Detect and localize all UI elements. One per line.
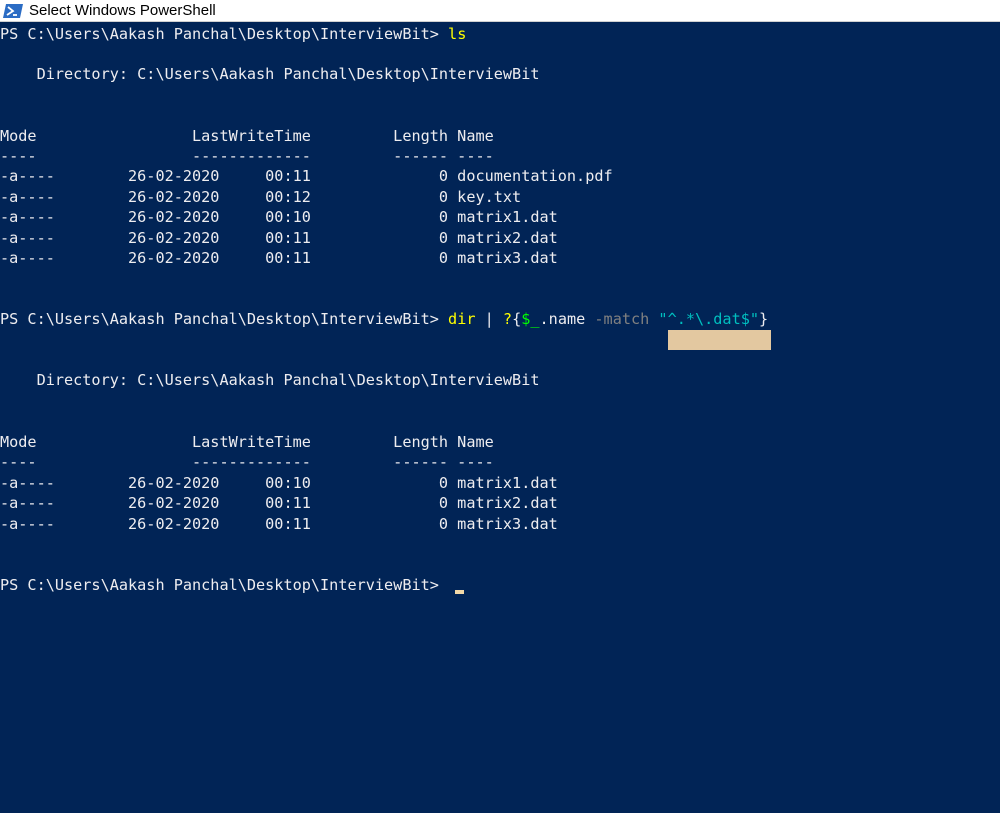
prompt: PS C:\Users\Aakash Panchal\Desktop\Inter… bbox=[0, 576, 449, 594]
prompt-line: PS C:\Users\Aakash Panchal\Desktop\Inter… bbox=[0, 575, 448, 595]
prompt: PS C:\Users\Aakash Panchal\Desktop\Inter… bbox=[0, 310, 449, 328]
listing-row: -a---- 26-02-2020 00:11 0 matrix2.dat bbox=[0, 229, 558, 247]
prompt-line: PS C:\Users\Aakash Panchal\Desktop\Inter… bbox=[0, 309, 768, 329]
listing-row: -a---- 26-02-2020 00:11 0 matrix3.dat bbox=[0, 249, 558, 267]
close-brace: } bbox=[759, 310, 769, 328]
column-headers: Mode LastWriteTime Length Name bbox=[0, 127, 494, 145]
property-access: .name bbox=[539, 310, 595, 328]
powershell-window: Select Windows PowerShell PS C:\Users\Aa… bbox=[0, 0, 1000, 813]
pipe-operator: | bbox=[475, 310, 503, 328]
listing-row: -a---- 26-02-2020 00:11 0 matrix3.dat bbox=[0, 515, 558, 533]
prompt: PS C:\Users\Aakash Panchal\Desktop\Inter… bbox=[0, 25, 449, 43]
directory-header: Directory: C:\Users\Aakash Panchal\Deskt… bbox=[0, 371, 540, 389]
prompt-line: PS C:\Users\Aakash Panchal\Desktop\Inter… bbox=[0, 24, 466, 44]
column-underline: ---- ------------- ------ ---- bbox=[0, 147, 494, 165]
column-underline: ---- ------------- ------ ---- bbox=[0, 453, 494, 471]
text-selection-highlight bbox=[668, 330, 771, 350]
listing-row: -a---- 26-02-2020 00:12 0 key.txt bbox=[0, 188, 522, 206]
title-bar[interactable]: Select Windows PowerShell bbox=[0, 0, 1000, 22]
pipeline-variable: $_ bbox=[521, 310, 540, 328]
listing-row: -a---- 26-02-2020 00:11 0 matrix2.dat bbox=[0, 494, 558, 512]
column-headers: Mode LastWriteTime Length Name bbox=[0, 433, 494, 451]
listing-row: -a---- 26-02-2020 00:10 0 matrix1.dat bbox=[0, 208, 558, 226]
console-output[interactable]: PS C:\Users\Aakash Panchal\Desktop\Inter… bbox=[0, 24, 1000, 813]
where-alias: ? bbox=[502, 310, 513, 328]
listing-row: -a---- 26-02-2020 00:10 0 matrix1.dat bbox=[0, 474, 558, 492]
regex-string: "^.*\.dat$" bbox=[658, 310, 760, 328]
listing-row: -a---- 26-02-2020 00:11 0 documentation.… bbox=[0, 167, 613, 185]
powershell-icon bbox=[2, 3, 24, 19]
command-text: dir bbox=[448, 310, 476, 328]
text-cursor bbox=[455, 590, 464, 594]
directory-header: Directory: C:\Users\Aakash Panchal\Deskt… bbox=[0, 65, 540, 83]
window-title: Select Windows PowerShell bbox=[29, 1, 216, 19]
match-parameter: -match bbox=[594, 310, 659, 328]
open-brace: { bbox=[512, 310, 522, 328]
command-text: ls bbox=[448, 25, 467, 43]
